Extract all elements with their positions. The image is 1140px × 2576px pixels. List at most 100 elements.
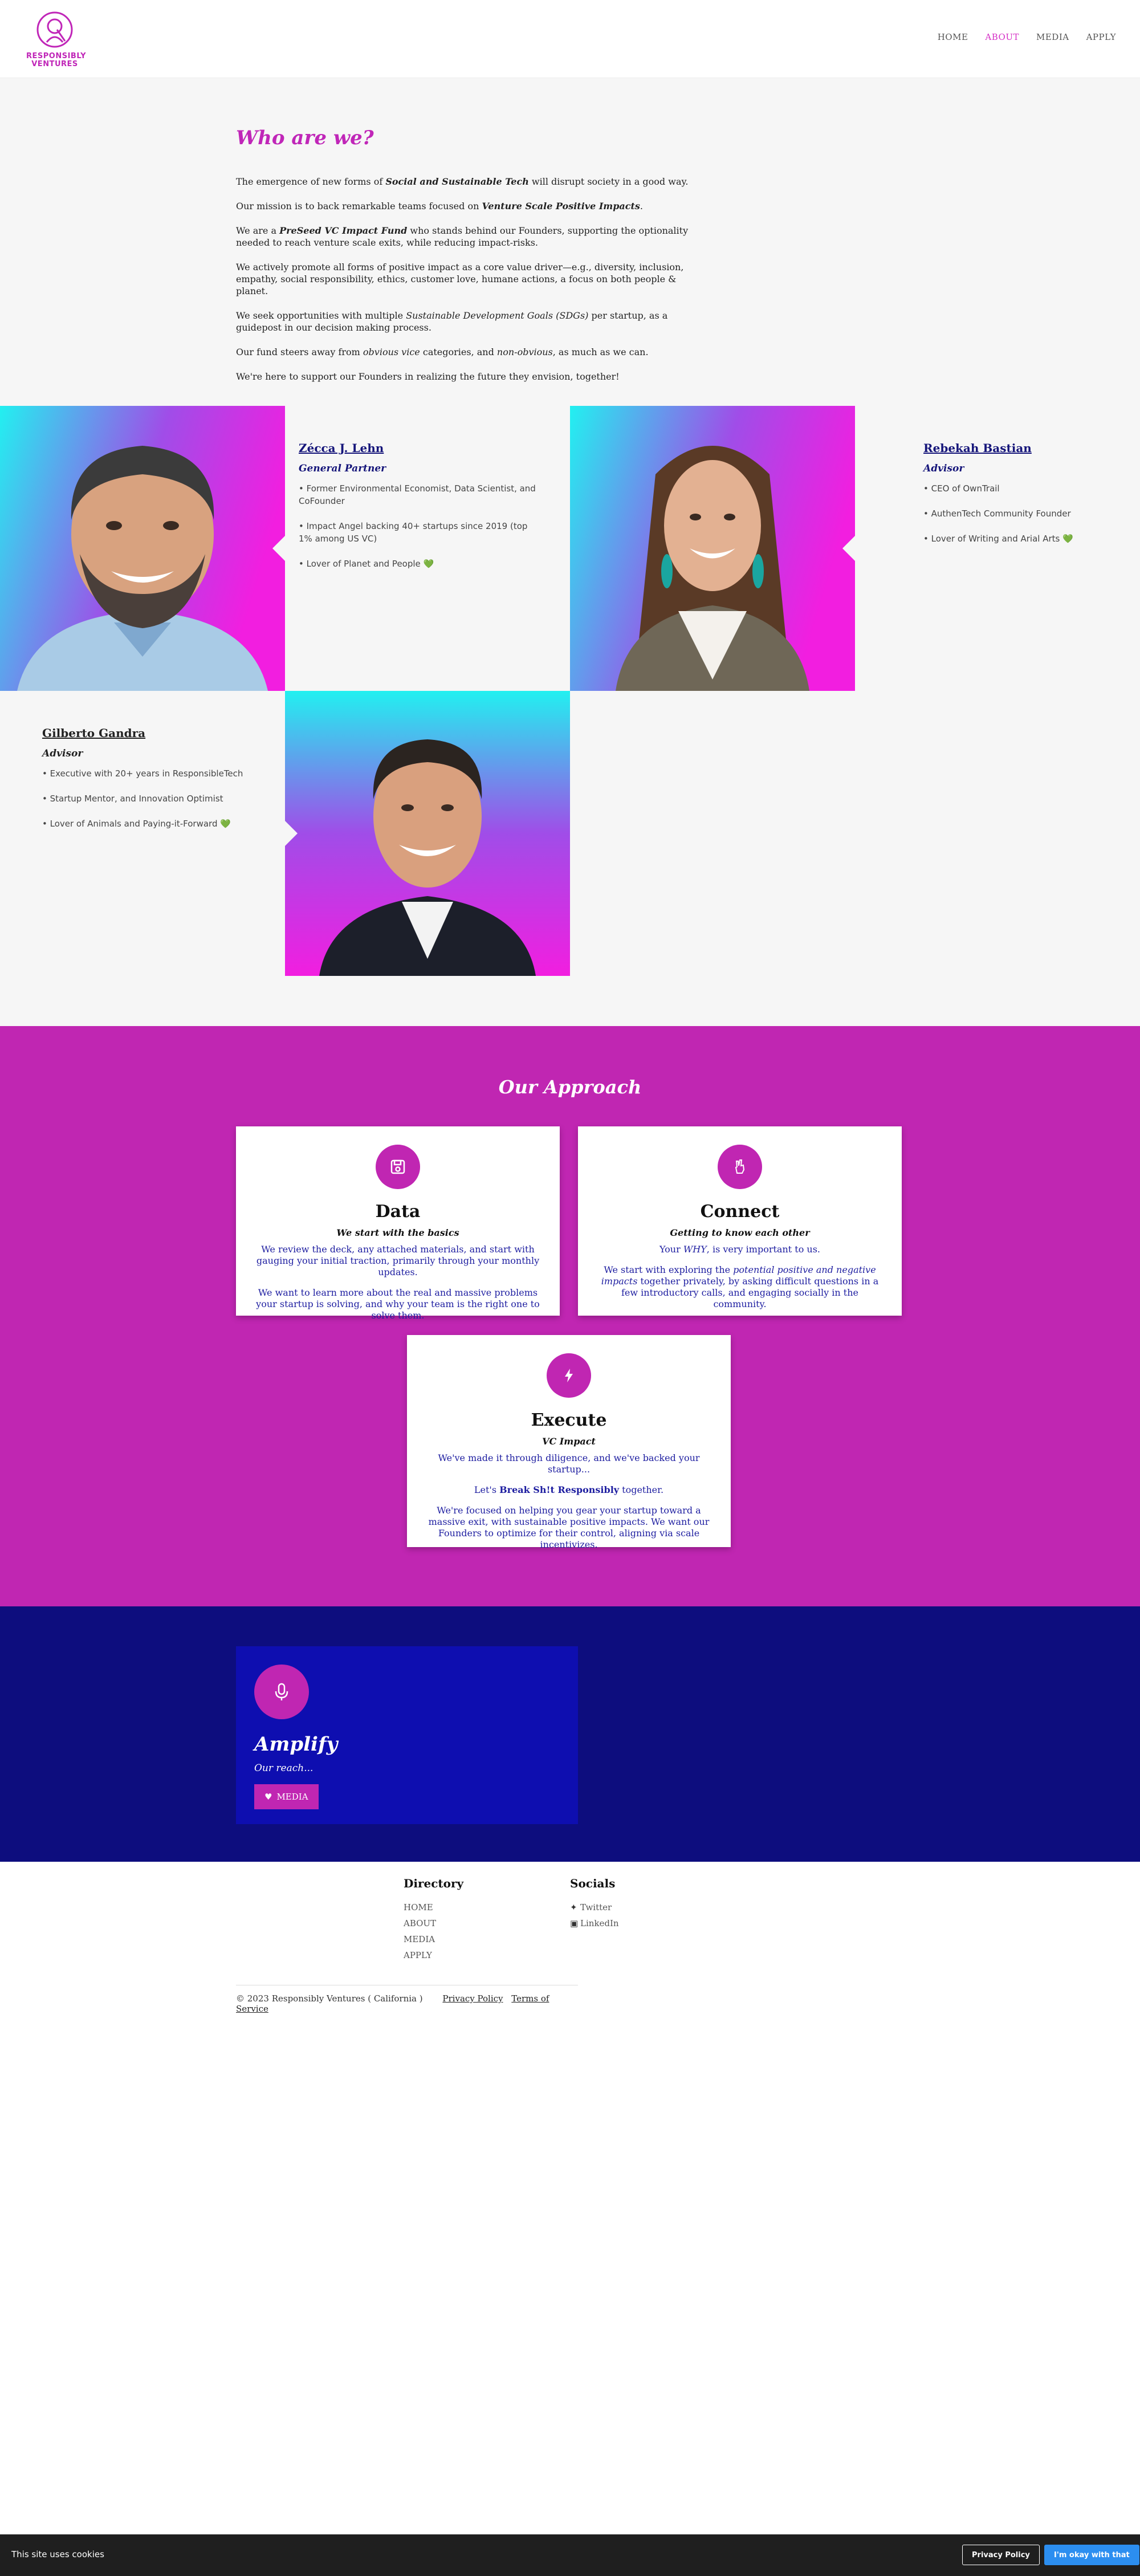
footer-link-linkedin[interactable]: ▣ LinkedIn <box>570 1915 619 1931</box>
emphasis: Break Sh!t Responsibly <box>499 1484 620 1495</box>
card-text: Let's Break Sh!t Responsibly together. <box>426 1484 711 1496</box>
team-bullet: • Former Environmental Economist, Data S… <box>299 483 536 506</box>
text: , as much as we can. <box>552 347 649 357</box>
footer-socials: Socials ✦ Twitter ▣ LinkedIn <box>570 1877 619 1931</box>
footer-heading: Socials <box>570 1877 616 1890</box>
text: categories, and <box>420 347 497 357</box>
amplify-card: Amplify Our reach... ♥ MEDIA <box>236 1646 578 1824</box>
photo-notch <box>285 821 298 846</box>
main-nav: HOME ABOUT MEDIA APPLY <box>938 32 1116 42</box>
cookie-banner: This site uses cookies Privacy Policy I'… <box>0 2534 1140 2576</box>
card-text: We start with exploring the potential po… <box>597 1264 882 1310</box>
logo[interactable]: RESPONSIBLY VENTURES <box>26 9 86 68</box>
intro-paragraph: We actively promote all forms of positiv… <box>236 262 684 296</box>
intro-paragraph: Our mission is to back remarkable teams … <box>236 200 703 212</box>
team-role: General Partner <box>299 463 386 474</box>
emphasis: Venture Scale Positive Impacts <box>482 201 640 211</box>
footer-link-twitter[interactable]: ✦ Twitter <box>570 1899 619 1915</box>
social-label: LinkedIn <box>580 1918 619 1928</box>
approach-card-execute: Execute VC Impact We've made it through … <box>407 1335 731 1550</box>
social-label: Twitter <box>580 1902 612 1912</box>
emphasis: PreSeed VC Impact Fund <box>279 225 408 236</box>
intro-paragraph: We are a PreSeed VC Impact Fund who stan… <box>236 225 703 249</box>
footer-link-home[interactable]: HOME <box>404 1899 463 1915</box>
team-card-rebekah: Rebekah Bastian Advisor • CEO of OwnTrai… <box>923 441 1129 557</box>
green-heart-icon: 💚 <box>423 559 434 569</box>
footer-link-media[interactable]: MEDIA <box>404 1931 463 1947</box>
card-title: Connect <box>700 1202 780 1222</box>
green-heart-icon: 💚 <box>220 819 231 829</box>
media-button[interactable]: ♥ MEDIA <box>254 1784 319 1809</box>
team-bullet: • AuthenTech Community Founder <box>923 508 1071 519</box>
site-footer: Directory HOME ABOUT MEDIA APPLY Socials… <box>0 1862 1140 2534</box>
text: Our fund steers away from <box>236 347 363 357</box>
microphone-icon <box>254 1665 309 1719</box>
footer-link-apply[interactable]: APPLY <box>404 1947 463 1963</box>
bolt-icon <box>547 1353 591 1398</box>
approach-card-data: Data We start with the basics We review … <box>236 1126 560 1321</box>
team-role: Advisor <box>923 463 964 474</box>
portrait-image <box>0 406 285 691</box>
bullet-text: • Lover of Animals and Paying-it-Forward <box>42 819 218 829</box>
heart-icon: ♥ <box>264 1792 272 1802</box>
amplify-subtitle: Our reach... <box>254 1763 314 1774</box>
nav-media[interactable]: MEDIA <box>1036 32 1069 42</box>
intro-paragraph: We're here to support our Founders in re… <box>236 371 620 382</box>
privacy-policy-link[interactable]: Privacy Policy <box>442 1993 503 2004</box>
emphasis: obvious vice <box>363 347 420 357</box>
team-photo-rebekah <box>570 406 855 691</box>
amplify-title: Amplify <box>254 1733 338 1756</box>
team-name[interactable]: Zécca J. Lehn <box>299 441 538 455</box>
green-heart-icon: 💚 <box>1062 534 1073 544</box>
text: We seek opportunities with multiple <box>236 310 406 321</box>
footer-directory: Directory HOME ABOUT MEDIA APPLY <box>404 1877 463 1963</box>
card-title: Execute <box>531 1410 607 1430</box>
team-photo-gilberto <box>285 691 570 976</box>
site-header: RESPONSIBLY VENTURES HOME ABOUT MEDIA AP… <box>0 0 1140 78</box>
card-text: We review the deck, any attached materia… <box>256 1244 540 1277</box>
cookie-privacy-button[interactable]: Privacy Policy <box>962 2545 1040 2565</box>
team-name[interactable]: Gilberto Gandra <box>42 726 282 740</box>
amplify-section: Amplify Our reach... ♥ MEDIA <box>0 1606 1140 1862</box>
team-bullet: • Impact Angel backing 40+ startups sinc… <box>299 521 528 544</box>
footer-link-about[interactable]: ABOUT <box>404 1915 463 1931</box>
logo-icon <box>36 11 73 48</box>
text: , is very important to us. <box>706 1244 821 1255</box>
nav-about[interactable]: ABOUT <box>985 32 1019 42</box>
text: . <box>640 201 644 211</box>
team-bullet: • Lover of Writing and Arial Arts 💚 <box>923 532 1129 545</box>
intro-paragraph: We seek opportunities with multiple Sust… <box>236 310 703 333</box>
copyright-bar: © 2023 Responsibly Ventures ( California… <box>236 1985 578 2014</box>
team-bullet: • Lover of Planet and People 💚 <box>299 557 538 570</box>
twitter-icon: ✦ <box>570 1902 577 1912</box>
emphasis: Sustainable Development Goals (SDGs) <box>406 310 589 321</box>
team-name[interactable]: Rebekah Bastian <box>923 441 1129 455</box>
team-bullet: • Executive with 20+ years in Responsibl… <box>42 768 243 779</box>
hand-peace-icon <box>718 1145 762 1189</box>
photo-notch <box>272 536 285 561</box>
card-text: Your WHY, is very important to us. <box>597 1244 882 1255</box>
text: together privately, by asking difficult … <box>621 1276 879 1309</box>
footer-heading: Directory <box>404 1877 464 1890</box>
card-text: We're focused on helping you gear your s… <box>428 1505 710 1550</box>
bullet-text: • Lover of Writing and Arial Arts <box>923 534 1060 544</box>
card-subtitle: We start with the basics <box>336 1227 459 1238</box>
logo-text-line1: RESPONSIBLY <box>26 52 86 60</box>
cookie-accept-button[interactable]: I'm okay with that <box>1044 2545 1139 2565</box>
team-bullet: • CEO of OwnTrail <box>923 483 1000 494</box>
card-text: We've made it through diligence, and we'… <box>438 1452 700 1475</box>
bullet-text: • Lover of Planet and People <box>299 559 421 569</box>
portrait-image <box>285 691 570 976</box>
logo-text-line2: VENTURES <box>31 60 78 68</box>
text: We start with exploring the <box>604 1264 734 1275</box>
page-title: Who are we? <box>236 127 374 149</box>
text: Our mission is to back remarkable teams … <box>236 201 482 211</box>
nav-apply[interactable]: APPLY <box>1086 32 1116 42</box>
media-button-label: MEDIA <box>276 1792 308 1802</box>
text: The emergence of new forms of <box>236 176 386 187</box>
portrait-image <box>570 406 855 691</box>
section-title: Our Approach <box>498 1076 642 1098</box>
card-subtitle: VC Impact <box>542 1436 596 1447</box>
team-role: Advisor <box>42 748 83 759</box>
nav-home[interactable]: HOME <box>938 32 968 42</box>
